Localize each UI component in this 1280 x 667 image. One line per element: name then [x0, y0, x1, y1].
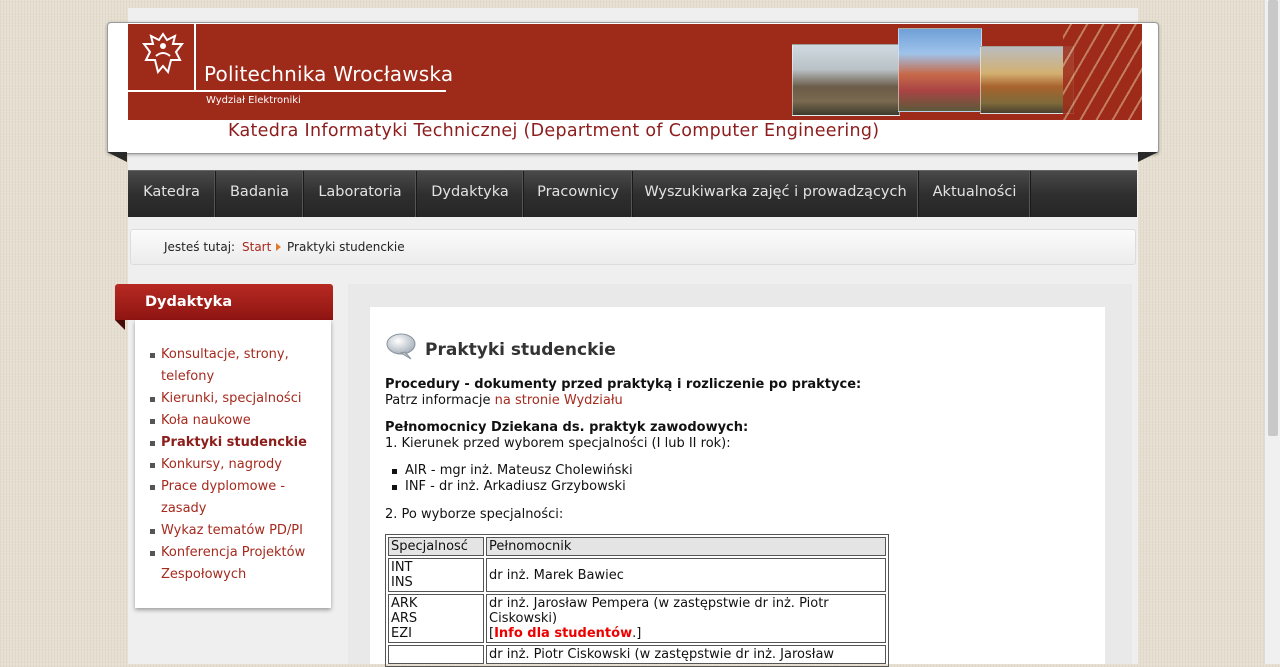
plenipotentiaries-table: Specjalnosć Pełnomocnik INT INS dr inż. M… — [385, 534, 889, 667]
spec-code: ARK — [391, 596, 418, 611]
header-fold-left — [107, 152, 127, 162]
spec-code: INT — [391, 560, 413, 575]
nav-item-aktualnosci[interactable]: Aktualności — [919, 171, 1031, 217]
student-info-link[interactable]: Info dla studentów — [494, 626, 632, 641]
scrollbar-thumb[interactable] — [1268, 0, 1278, 436]
sidebar-item-wykaz-tematow[interactable]: Wykaz tematów PD/PI — [149, 520, 325, 542]
table-cell: dr inż. Piotr Ciskowski (w zastępstwie d… — [486, 645, 886, 664]
nav-item-badania[interactable]: Badania — [216, 171, 304, 217]
list-item: AIR - mgr inż. Mateusz Cholewiński — [392, 463, 633, 478]
breadcrumb: Jesteś tutaj: Start Praktyki studenckie — [130, 229, 1136, 265]
sidebar-item-konkursy[interactable]: Konkursy, nagrody — [149, 454, 325, 476]
sidebar-item-praktyki[interactable]: Praktyki studenckie — [149, 432, 325, 454]
faculty-name: Wydział Elektroniki — [206, 95, 301, 106]
point-2: 2. Po wyborze specjalności: — [385, 507, 564, 522]
nav-item-katedra[interactable]: Katedra — [128, 171, 216, 217]
building-photo-1 — [792, 44, 900, 116]
point-1: 1. Kierunek przed wyborem specjalności (… — [385, 436, 731, 451]
article: Praktyki studenckie Procedury - dokument… — [370, 307, 1105, 667]
table-cell — [388, 645, 484, 664]
table-row: dr inż. Piotr Ciskowski (w zastępstwie d… — [388, 645, 886, 664]
nav-item-laboratoria[interactable]: Laboratoria — [304, 171, 417, 217]
nav-item-dydaktyka[interactable]: Dydaktyka — [417, 171, 524, 217]
sidebar-item-kola-naukowe[interactable]: Koła naukowe — [149, 410, 325, 432]
main-nav: Katedra Badania Laboratoria Dydaktyka Pr… — [128, 170, 1137, 217]
breadcrumb-prefix: Jesteś tutaj: — [164, 240, 236, 254]
table-cell: dr inż. Marek Bawiec — [486, 558, 886, 592]
table-row: INT INS dr inż. Marek Bawiec — [388, 558, 886, 592]
breadcrumb-arrow-icon — [276, 243, 281, 251]
plenipotentiaries-heading: Pełnomocnicy Dziekana ds. praktyk zawodo… — [385, 420, 749, 435]
building-photo-2 — [898, 28, 982, 112]
list-item: INF - dr inż. Arkadiusz Grzybowski — [392, 479, 626, 494]
breadcrumb-start-link[interactable]: Start — [242, 240, 271, 254]
nav-item-wyszukiwarka[interactable]: Wyszukiwarka zajęć i prowadzących — [633, 171, 919, 217]
table-header-row: Specjalnosć Pełnomocnik — [388, 537, 886, 556]
person-name: dr inż. Jarosław Pempera (w zastępstwie … — [489, 596, 829, 626]
building-photo-3 — [980, 46, 1074, 114]
university-banner[interactable]: Politechnika Wrocławska Wydział Elektron… — [128, 24, 1142, 120]
sidebar-item-konsultacje[interactable]: Konsultacje, strony, telefony — [149, 344, 325, 388]
table-header: Pełnomocnik — [486, 537, 886, 556]
table-cell: INT INS — [388, 558, 484, 592]
logo-underline — [128, 90, 446, 92]
decorative-ornament — [1063, 24, 1142, 120]
sidebar-item-prace-dyplomowe[interactable]: Prace dyplomowe - zasady — [149, 476, 325, 520]
spec-code: EZI — [391, 626, 412, 641]
spec-code: INS — [391, 575, 413, 590]
eagle-icon — [142, 32, 184, 75]
breadcrumb-current: Praktyki studenckie — [287, 240, 405, 254]
department-title[interactable]: Katedra Informatyki Technicznej (Departm… — [228, 121, 879, 141]
procedures-text: Patrz informacje na stronie Wydziału — [385, 393, 623, 408]
list-item-text: AIR - mgr inż. Mateusz Cholewiński — [405, 463, 633, 478]
sidebar-header: Dydaktyka — [115, 284, 333, 320]
nav-item-pracownicy[interactable]: Pracownicy — [524, 171, 633, 217]
procedures-label: Patrz informacje — [385, 393, 495, 408]
spec-code: ARS — [391, 611, 418, 626]
list-item-text: INF - dr inż. Arkadiusz Grzybowski — [405, 479, 626, 494]
header-fold-right — [1138, 152, 1158, 162]
table-header: Specjalnosć — [388, 537, 484, 556]
page-title: Praktyki studenckie — [425, 340, 616, 360]
sidebar-item-konferencja[interactable]: Konferencja Projektów Zespołowych — [149, 542, 325, 586]
procedures-heading: Procedury - dokumenty przed praktyką i r… — [385, 377, 862, 392]
vertical-scrollbar[interactable] — [1264, 0, 1280, 664]
sidebar-item-kierunki[interactable]: Kierunki, specjalności — [149, 388, 325, 410]
faculty-page-link[interactable]: na stronie Wydziału — [495, 393, 623, 408]
table-cell: ARK ARS EZI — [388, 594, 484, 643]
sidebar-fold — [115, 320, 125, 330]
university-name: Politechnika Wrocławska — [204, 62, 454, 86]
table-row: ARK ARS EZI dr inż. Jarosław Pempera (w za… — [388, 594, 886, 643]
speech-bubble-icon — [386, 333, 416, 360]
sidebar-title: Dydaktyka — [145, 294, 233, 310]
bracket-close: .] — [632, 626, 642, 641]
sidebar-menu: Konsultacje, strony, telefony Kierunki, … — [135, 320, 331, 608]
info-line: [Info dla studentów.] — [489, 626, 883, 641]
table-cell: dr inż. Jarosław Pempera (w zastępstwie … — [486, 594, 886, 643]
